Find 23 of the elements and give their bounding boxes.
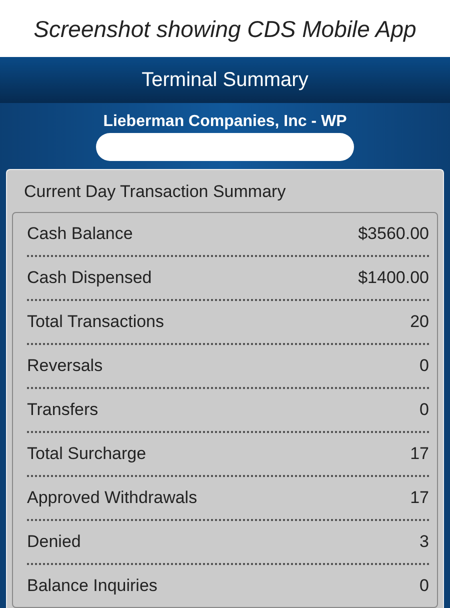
input-field[interactable] xyxy=(96,133,354,161)
row-value: $3560.00 xyxy=(358,224,429,244)
row-value: $1400.00 xyxy=(358,268,429,288)
row-label: Cash Dispensed xyxy=(27,268,152,288)
row-value: 17 xyxy=(410,444,429,464)
row-label: Approved Withdrawals xyxy=(27,488,198,508)
row-label: Total Transactions xyxy=(27,312,164,332)
row-value: 3 xyxy=(420,532,429,552)
screen-title: Terminal Summary xyxy=(142,68,308,92)
company-name: Lieberman Companies, Inc - WP xyxy=(103,113,347,131)
row-label: Reversals xyxy=(27,356,103,376)
panel-title: Current Day Transaction Summary xyxy=(23,181,287,200)
row-value: 0 xyxy=(420,576,429,596)
row-label: Cash Balance xyxy=(27,224,133,244)
row-value: 0 xyxy=(420,400,429,420)
row-label: Balance Inquiries xyxy=(27,576,158,596)
row-label: Transfers xyxy=(27,400,98,420)
caption-text: Screenshot showing CDS Mobile App xyxy=(32,15,418,44)
row-value: 17 xyxy=(410,488,429,508)
row-label: Total Surcharge xyxy=(27,444,146,464)
row-value: 20 xyxy=(410,312,429,332)
row-value: 0 xyxy=(420,356,429,376)
row-label: Denied xyxy=(27,532,81,552)
